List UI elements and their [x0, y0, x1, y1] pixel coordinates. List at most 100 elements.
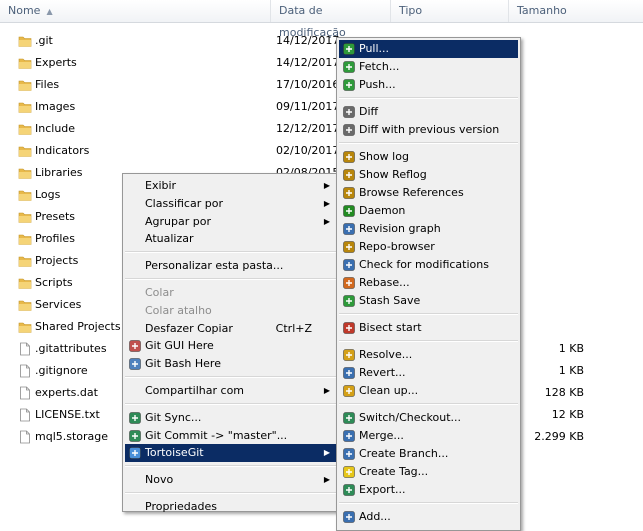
cleanup-icon: [342, 384, 356, 398]
menu-item-create-tag[interactable]: Create Tag...: [339, 463, 518, 481]
bisect-icon: [342, 321, 356, 335]
menu-item-rebase[interactable]: Rebase...: [339, 274, 518, 292]
menu-item-daemon[interactable]: Daemon: [339, 202, 518, 220]
git-sync-icon: [128, 411, 142, 425]
menu-separator: [339, 97, 518, 99]
file-row[interactable]: Images 09/11/2017: [0, 96, 643, 118]
file-name: .git: [35, 34, 53, 47]
menu-separator: [125, 465, 336, 468]
file-icon: [18, 364, 32, 378]
file-date: 14/12/2017: [276, 56, 340, 69]
repo-browser-icon: [342, 240, 356, 254]
menu-item-export[interactable]: Export...: [339, 481, 518, 499]
menu-item-label: Compartilhar com: [145, 384, 245, 397]
menu-item-check-for-modifications[interactable]: Check for modifications: [339, 256, 518, 274]
file-row[interactable]: Include 12/12/2017: [0, 118, 643, 140]
menu-item-git-gui-here[interactable]: Git GUI Here: [125, 337, 336, 355]
browse-references-icon: [342, 186, 356, 200]
menu-item-repo-browser[interactable]: Repo-browser: [339, 238, 518, 256]
file-date: 14/12/2017: [276, 34, 340, 47]
menu-item-diff[interactable]: Diff: [339, 103, 518, 121]
menu-item-git-commit-master[interactable]: Git Commit -> "master"...: [125, 427, 336, 445]
folder-icon: [18, 210, 32, 224]
column-size-header[interactable]: Tamanho: [509, 0, 643, 22]
create-tag-icon: [342, 465, 356, 479]
menu-item-show-reflog[interactable]: Show Reflog: [339, 166, 518, 184]
menu-item-push[interactable]: Push...: [339, 76, 518, 94]
menu-item-classificar-por[interactable]: Classificar por ▶: [125, 195, 336, 213]
menu-item-switch-checkout[interactable]: Switch/Checkout...: [339, 409, 518, 427]
menu-item-git-bash-here[interactable]: Git Bash Here: [125, 355, 336, 373]
menu-item-fetch[interactable]: Fetch...: [339, 58, 518, 76]
folder-icon: [18, 254, 32, 268]
submenu-arrow-icon: ▶: [323, 198, 330, 208]
file-row[interactable]: Experts 14/12/2017: [0, 52, 643, 74]
menu-item-show-log[interactable]: Show log: [339, 148, 518, 166]
menu-item-label: Repo-browser: [359, 240, 435, 253]
menu-item-label: Pull...: [359, 42, 390, 55]
menu-item-novo[interactable]: Novo ▶: [125, 471, 336, 489]
file-size: 1 KB: [558, 342, 584, 355]
menu-item-merge[interactable]: Merge...: [339, 427, 518, 445]
file-icon: [18, 430, 32, 444]
menu-item-label: Git Bash Here: [145, 357, 221, 371]
menu-item-label: Diff with previous version: [359, 123, 500, 136]
menu-item-label: Revert...: [359, 366, 406, 379]
column-name-header[interactable]: Nome ▲: [0, 0, 271, 22]
git-bash-icon: [128, 357, 142, 371]
menu-separator: [125, 278, 336, 280]
resolve-icon: [342, 348, 356, 362]
folder-icon: [18, 320, 32, 334]
folder-icon: [18, 78, 32, 92]
column-size-label: Tamanho: [517, 4, 567, 17]
menu-item-revision-graph[interactable]: Revision graph: [339, 220, 518, 238]
menu-item-personalizar-esta-pasta[interactable]: Personalizar esta pasta...: [125, 257, 336, 275]
submenu-arrow-icon: ▶: [323, 216, 330, 226]
menu-item-exibir[interactable]: Exibir ▶: [125, 177, 336, 195]
file-row[interactable]: .git 14/12/2017: [0, 30, 643, 52]
menu-item-label: Check for modifications: [359, 258, 489, 271]
menu-item-compartilhar-com[interactable]: Compartilhar com ▶: [125, 382, 336, 400]
menu-item-revert[interactable]: Revert...: [339, 364, 518, 382]
file-icon: [18, 408, 32, 422]
column-type-header[interactable]: Tipo: [391, 0, 509, 22]
menu-item-create-branch[interactable]: Create Branch...: [339, 445, 518, 463]
file-name: .gitattributes: [35, 342, 107, 355]
menu-item-git-sync[interactable]: Git Sync...: [125, 409, 336, 427]
menu-item-bisect-start[interactable]: Bisect start: [339, 319, 518, 337]
menu-item-label: Desfazer Copiar: [145, 321, 233, 335]
menu-item-propriedades[interactable]: Propriedades: [125, 498, 336, 516]
menu-item-desfazer-copiar[interactable]: Desfazer Copiar Ctrl+Z: [125, 320, 336, 338]
menu-item-agrupar-por[interactable]: Agrupar por ▶: [125, 213, 336, 231]
menu-item-label: Colar atalho: [145, 303, 212, 317]
file-name: LICENSE.txt: [35, 408, 100, 421]
menu-item-label: Git Commit -> "master"...: [145, 428, 288, 442]
folder-icon: [18, 276, 32, 290]
menu-item-label: Resolve...: [359, 348, 413, 361]
menu-item-label: Stash Save: [359, 294, 421, 307]
menu-item-add[interactable]: Add...: [339, 508, 518, 526]
menu-item-pull[interactable]: Pull...: [339, 40, 518, 58]
file-row[interactable]: Files 17/10/2016: [0, 74, 643, 96]
menu-item-label: Bisect start: [359, 321, 422, 334]
menu-item-label: Export...: [359, 483, 406, 496]
menu-item-stash-save[interactable]: Stash Save: [339, 292, 518, 310]
menu-item-atualizar[interactable]: Atualizar: [125, 230, 336, 248]
file-size: 128 KB: [544, 386, 584, 399]
submenu-arrow-icon: ▶: [323, 448, 330, 458]
menu-item-label: Merge...: [359, 429, 404, 442]
menu-item-resolve[interactable]: Resolve...: [339, 346, 518, 364]
menu-item-label: Exibir: [145, 179, 177, 192]
menu-item-browse-references[interactable]: Browse References: [339, 184, 518, 202]
file-name: Files: [35, 78, 60, 91]
menu-item-clean-up[interactable]: Clean up...: [339, 382, 518, 400]
menu-item-tortoisegit[interactable]: TortoiseGit ▶: [125, 444, 336, 463]
file-name: Presets: [35, 210, 76, 223]
column-date-header[interactable]: Data de modificação: [271, 0, 391, 39]
file-name: Services: [35, 298, 82, 311]
menu-separator: [125, 492, 336, 494]
file-row[interactable]: Indicators 02/10/2017: [0, 140, 643, 162]
switch-checkout-icon: [342, 411, 356, 425]
menu-item-label: TortoiseGit: [145, 446, 204, 460]
menu-item-diff-with-previous-version[interactable]: Diff with previous version: [339, 121, 518, 139]
